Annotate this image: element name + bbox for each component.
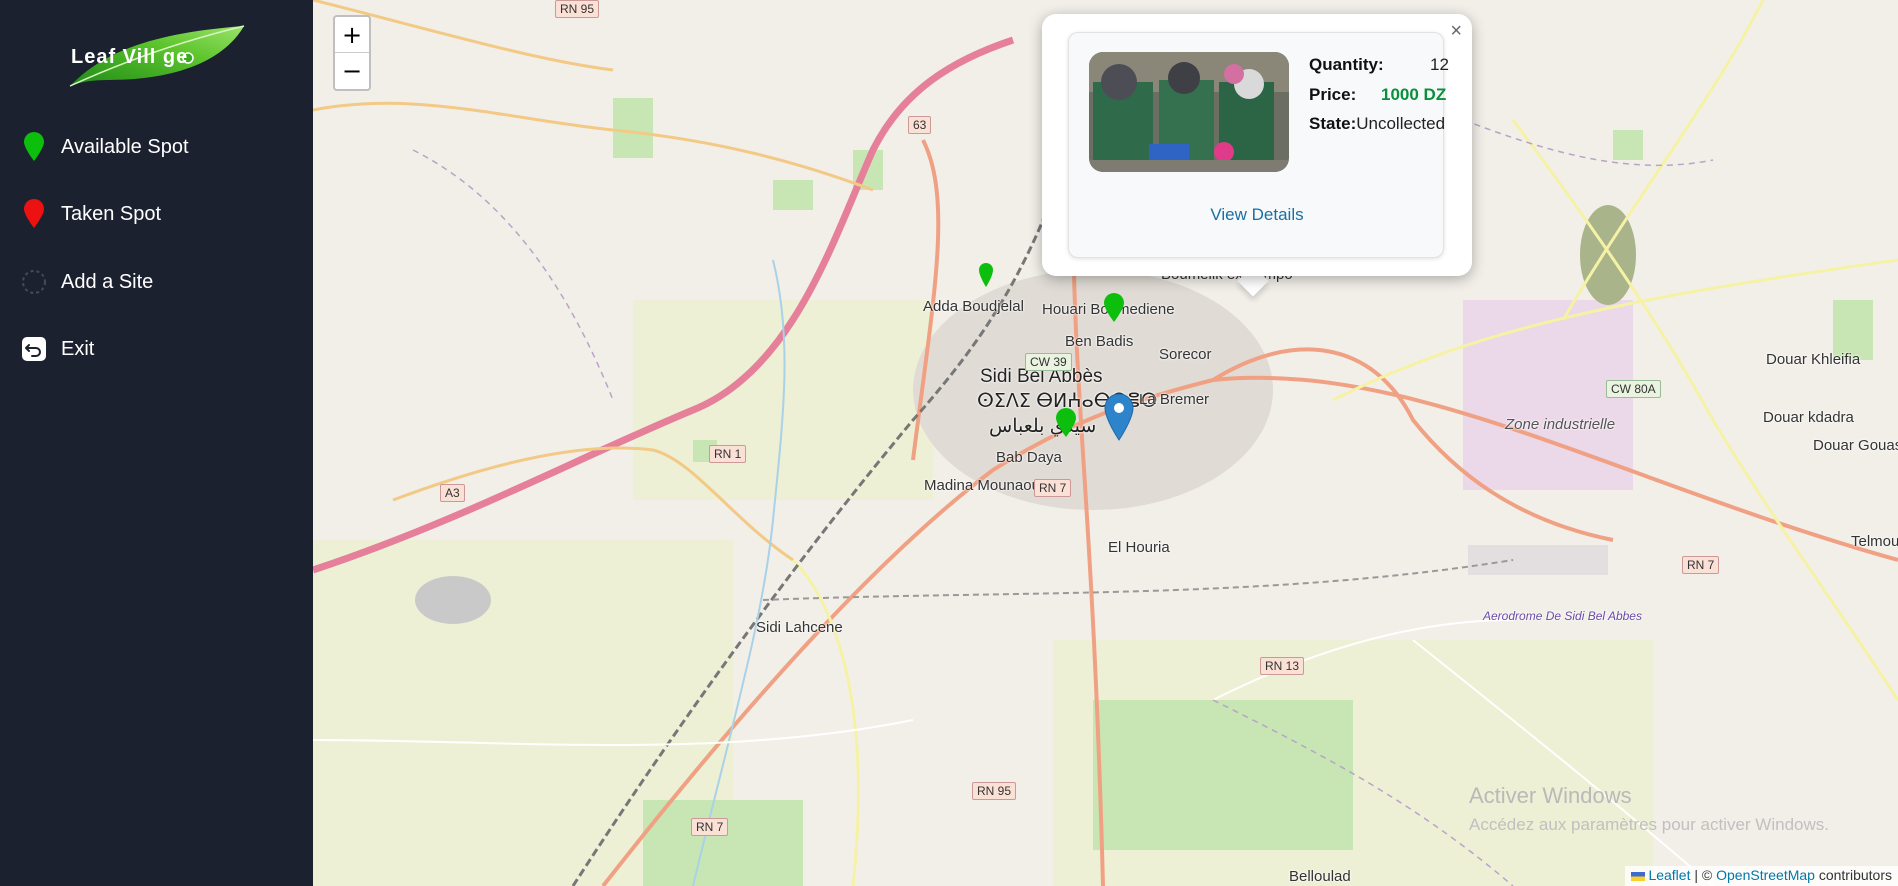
place-label: La Bremer (1139, 391, 1210, 408)
green-pin-icon (18, 131, 50, 163)
place-label: El Houria (1108, 539, 1170, 556)
attribution-contributors: contributors (1814, 867, 1892, 883)
logo: Leaf Vill ge (68, 24, 246, 88)
state-value: Uncollected (1356, 114, 1446, 133)
road-shield: A3 (440, 484, 465, 502)
place-label: Douar kdadra (1763, 409, 1854, 426)
exit-icon (18, 333, 50, 365)
spot-popup: × Quantity: 12 Price: 1000 DZ State:Unco… (1042, 14, 1472, 276)
place-label: Sorecor (1159, 346, 1212, 363)
place-label: Ben Badis (1065, 333, 1134, 350)
zoom-control: + − (333, 15, 371, 91)
state-row: State:Uncollected (1309, 114, 1445, 134)
app-root: Leaf Vill ge Available Spot Taken Spot A… (0, 0, 1898, 886)
place-label: Belloulad (1289, 868, 1351, 885)
available-spot-marker[interactable] (1055, 408, 1077, 438)
sidebar-item-add-site[interactable]: Add a Site (18, 262, 308, 302)
quantity-label: Quantity: (1309, 55, 1384, 74)
price-row: Price: 1000 DZ (1309, 85, 1446, 105)
road-shield: RN 7 (691, 818, 729, 836)
state-label: State: (1309, 114, 1357, 133)
leaflet-link[interactable]: Leaflet (1648, 867, 1690, 883)
sidebar-item-label: Available Spot (61, 135, 189, 158)
place-label: Adda Boudjelal (923, 298, 1024, 315)
place-label: Zone industrielle (1505, 416, 1616, 433)
place-label: Douar Khleifia (1766, 351, 1861, 368)
attribution-separator: | © (1690, 867, 1717, 883)
available-spot-marker[interactable] (978, 262, 994, 288)
close-icon[interactable]: × (1450, 20, 1462, 43)
windows-activation-subtitle: Accédez aux paramètres pour activer Wind… (1469, 815, 1829, 834)
spot-card: Quantity: 12 Price: 1000 DZ State:Uncoll… (1068, 32, 1449, 258)
road-shield: RN 13 (1260, 657, 1305, 675)
available-spot-marker[interactable] (1103, 293, 1125, 323)
sidebar-item-exit[interactable]: Exit (18, 329, 308, 369)
price-label: Price: (1309, 85, 1357, 104)
logo-text: Leaf Vill ge (71, 46, 189, 68)
map-canvas[interactable]: Sidi Bel Abbès ⵙⵉⴷⵉ ⴱⵍⵄⴰⴱⴱⴻⵙ سيدي بلعباس… (313, 0, 1898, 886)
zoom-out-button[interactable]: − (335, 53, 369, 89)
road-shield: RN 7 (1034, 479, 1072, 497)
place-label: Telmoun (1851, 533, 1898, 550)
road-shield: 63 (908, 116, 932, 134)
sidebar-item-available-spot[interactable]: Available Spot (18, 127, 308, 167)
price-value: 1000 DZ (1381, 85, 1447, 104)
location-marker-icon[interactable] (1104, 393, 1134, 441)
zoom-in-button[interactable]: + (335, 17, 369, 53)
road-shield: RN 95 (555, 0, 600, 18)
red-pin-icon (18, 198, 50, 230)
sidebar-item-label: Exit (61, 337, 95, 360)
place-label-sidi-bel-abbes-arabic: سيدي بلعباس (989, 416, 1097, 437)
sidebar-item-taken-spot[interactable]: Taken Spot (18, 194, 308, 234)
spot-photo (1089, 52, 1289, 172)
sidebar-item-label: Add a Site (61, 270, 154, 293)
sidebar-item-label: Taken Spot (61, 202, 162, 225)
map-attribution: Leaflet | © OpenStreetMap contributors (1624, 866, 1898, 886)
view-details-link[interactable]: View Details (1069, 205, 1445, 225)
place-label: Bab Daya (996, 449, 1062, 466)
road-shield: CW 39 (1025, 353, 1072, 371)
openstreetmap-link[interactable]: OpenStreetMap (1716, 867, 1815, 883)
place-label-aerodrome: Aerodrome De Sidi Bel Abbes (1483, 609, 1642, 623)
road-shield: RN 7 (1682, 556, 1720, 574)
quantity-value: 12 (1430, 55, 1449, 74)
quantity-row: Quantity: 12 (1309, 55, 1449, 75)
road-shield: RN 1 (709, 445, 747, 463)
road-shield: CW 80A (1606, 380, 1661, 398)
place-label: Sidi Lahcene (756, 619, 843, 636)
windows-activation-title: Activer Windows (1469, 783, 1632, 808)
sidebar: Leaf Vill ge Available Spot Taken Spot A… (0, 0, 313, 886)
dashed-circle-icon (18, 266, 50, 298)
road-shield: RN 95 (972, 782, 1017, 800)
ukraine-flag-icon (1630, 871, 1645, 881)
place-label: Douar Gouas (1813, 437, 1898, 454)
